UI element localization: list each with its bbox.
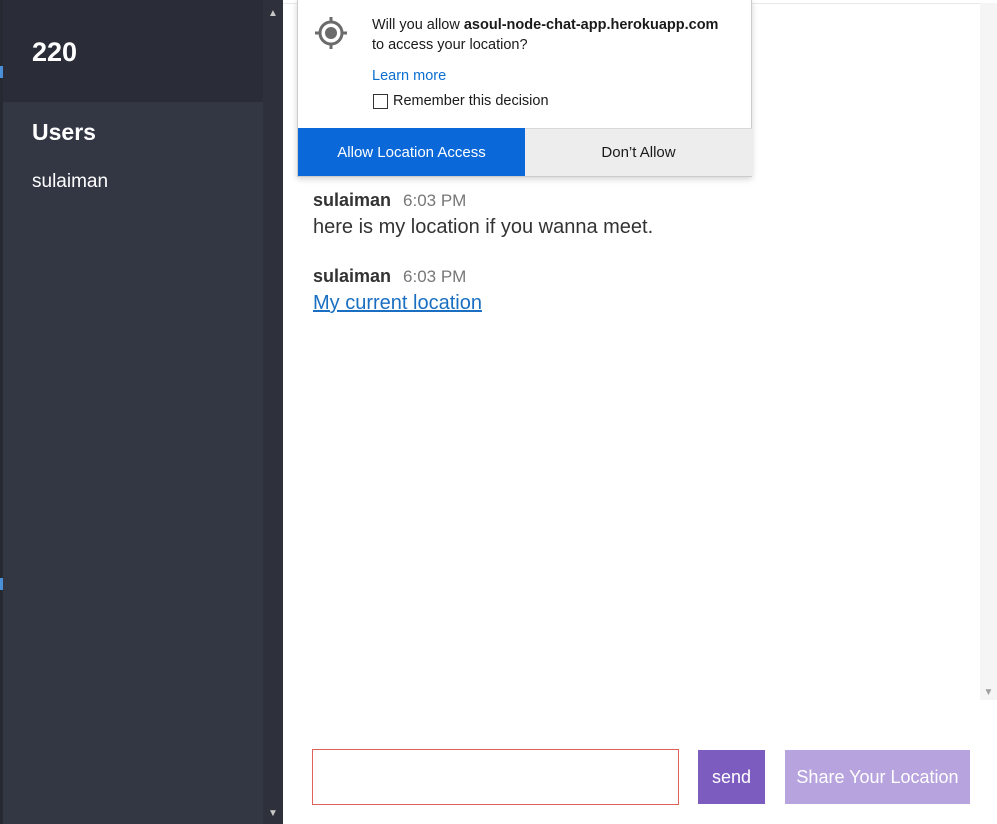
allow-location-button[interactable]: Allow Location Access xyxy=(298,128,525,176)
location-link[interactable]: My current location xyxy=(313,292,482,315)
message-input[interactable] xyxy=(312,749,679,805)
question-prefix: Will you allow xyxy=(372,17,464,33)
message-author: sulaiman xyxy=(313,266,392,286)
learn-more-link[interactable]: Learn more xyxy=(372,68,446,84)
window-edge xyxy=(0,0,3,824)
sidebar-scrollbar[interactable]: ▲ ▼ xyxy=(263,0,283,824)
room-header: 220 xyxy=(0,0,263,102)
send-button[interactable]: send xyxy=(698,750,765,804)
remember-label: Remember this decision xyxy=(393,93,549,109)
message: sulaiman 6:03 PM here is my location if y… xyxy=(313,190,653,239)
users-heading: Users xyxy=(32,119,96,145)
share-location-button[interactable]: Share Your Location xyxy=(785,750,970,804)
message-text: here is my location if you wanna meet. xyxy=(313,216,654,238)
question-suffix: to access your location? xyxy=(372,37,528,53)
message-time: 6:03 PM xyxy=(403,191,467,210)
requesting-site: asoul-node-chat-app.herokuapp.com xyxy=(463,17,719,33)
message: sulaiman 6:03 PM My current location xyxy=(313,266,482,315)
deny-location-button[interactable]: Don’t Allow xyxy=(525,128,752,176)
messages-scrollbar[interactable]: ▼ xyxy=(980,3,997,700)
room-title: 220 xyxy=(32,37,78,67)
message-author: sulaiman xyxy=(313,190,392,210)
scroll-up-icon[interactable]: ▲ xyxy=(263,4,283,24)
compose-bar: send Share Your Location xyxy=(283,700,997,824)
message-time: 6:03 PM xyxy=(403,267,467,286)
permission-question: Will you allow asoul-node-chat-app.herok… xyxy=(372,15,718,55)
scroll-down-icon[interactable]: ▼ xyxy=(263,804,283,824)
scroll-down-icon[interactable]: ▼ xyxy=(980,687,997,698)
remember-checkbox[interactable] xyxy=(373,93,388,109)
edge-marker xyxy=(0,66,3,78)
sidebar: 220 Users sulaiman xyxy=(0,0,263,824)
user-list: sulaiman xyxy=(32,171,108,193)
user-list-item: sulaiman xyxy=(32,171,109,192)
location-permission-popup: Will you allow asoul-node-chat-app.herok… xyxy=(297,0,752,177)
location-target-icon xyxy=(315,17,347,49)
edge-marker xyxy=(0,578,3,590)
remember-decision[interactable]: Remember this decision xyxy=(373,93,549,109)
